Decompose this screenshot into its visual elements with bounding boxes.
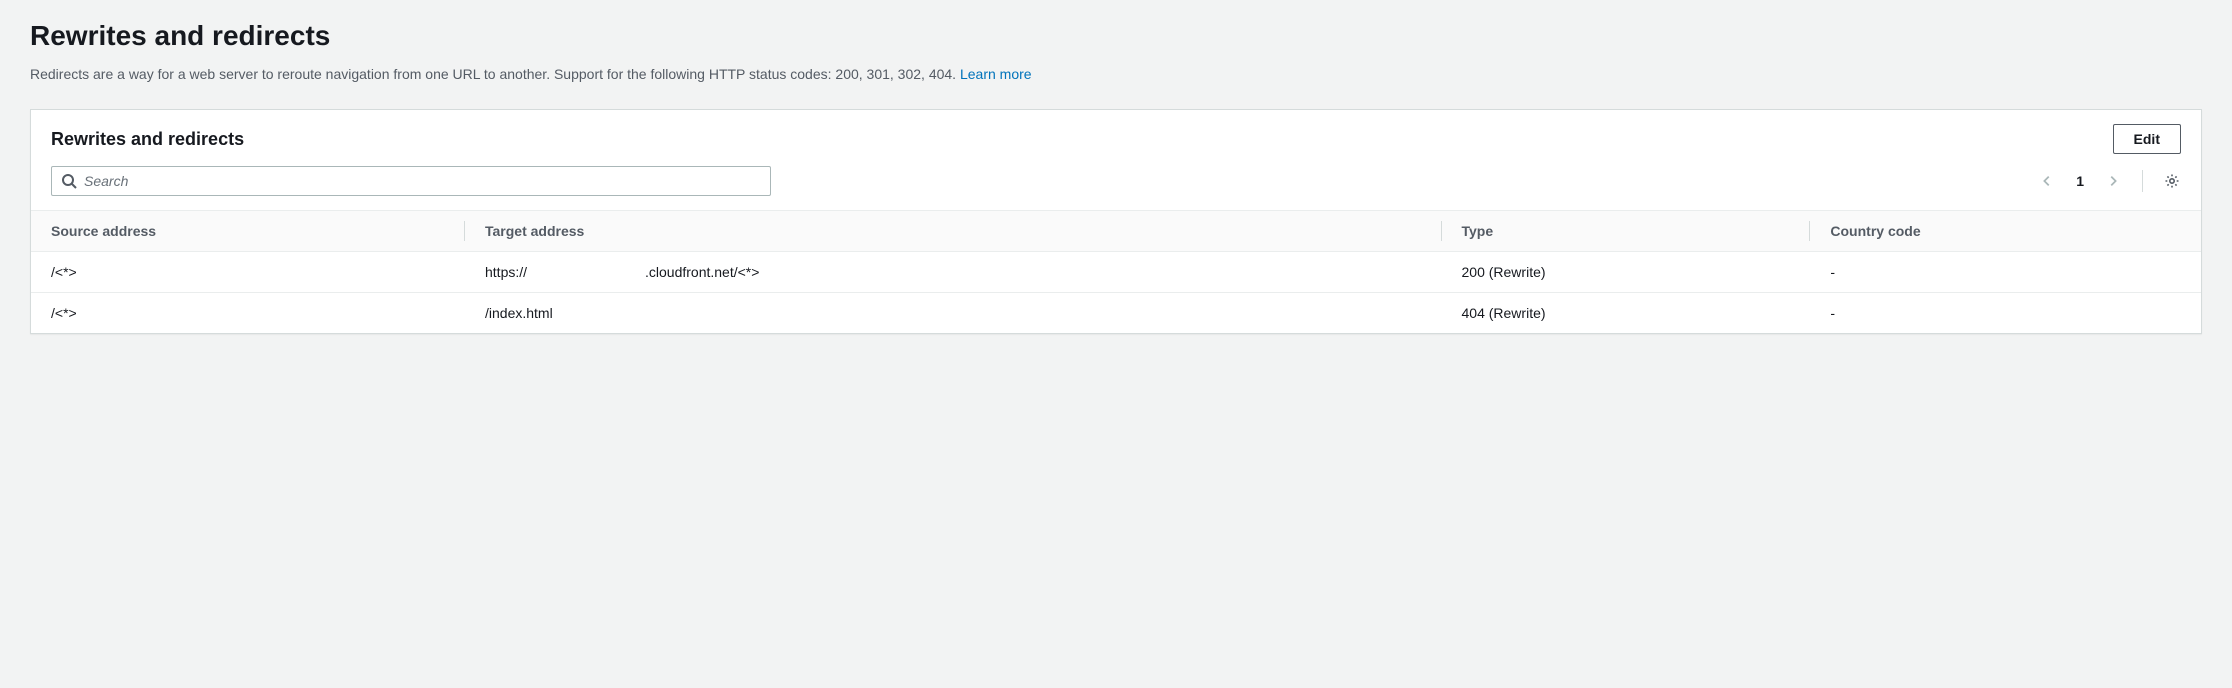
cell-target-prefix: https:// xyxy=(485,264,645,280)
rewrites-panel: Rewrites and redirects Edit 1 xyxy=(30,109,2202,334)
pagination: 1 xyxy=(2038,170,2181,192)
panel-toolbar: 1 xyxy=(31,154,2201,210)
pagination-prev[interactable] xyxy=(2038,172,2056,190)
cell-country: - xyxy=(1810,252,2201,293)
cell-source: /<*> xyxy=(31,293,465,334)
page-description-text: Redirects are a way for a web server to … xyxy=(30,66,960,82)
pagination-divider xyxy=(2142,170,2143,192)
cell-country: - xyxy=(1810,293,2201,334)
col-header-country[interactable]: Country code xyxy=(1810,211,2201,252)
panel-header: Rewrites and redirects Edit xyxy=(31,110,2201,154)
cell-source: /<*> xyxy=(31,252,465,293)
cell-target-suffix: .cloudfront.net/<*> xyxy=(645,264,759,280)
cell-target: /index.html xyxy=(465,293,1442,334)
cell-target: https:// .cloudfront.net/<*> xyxy=(465,252,1442,293)
panel-title: Rewrites and redirects xyxy=(51,129,244,150)
table-header-row: Source address Target address Type Count… xyxy=(31,211,2201,252)
search-input[interactable] xyxy=(51,166,771,196)
rewrites-table: Source address Target address Type Count… xyxy=(31,210,2201,333)
col-header-type[interactable]: Type xyxy=(1442,211,1811,252)
learn-more-link[interactable]: Learn more xyxy=(960,66,1032,82)
search-wrapper xyxy=(51,166,771,196)
edit-button[interactable]: Edit xyxy=(2113,124,2181,154)
pagination-next[interactable] xyxy=(2104,172,2122,190)
table-row: /<*> https:// .cloudfront.net/<*> 200 (R… xyxy=(31,252,2201,293)
cell-type: 200 (Rewrite) xyxy=(1442,252,1811,293)
page-title: Rewrites and redirects xyxy=(30,20,2202,52)
page-description: Redirects are a way for a web server to … xyxy=(30,64,2202,85)
col-header-target[interactable]: Target address xyxy=(465,211,1442,252)
cell-target-prefix: /index.html xyxy=(485,305,645,321)
cell-type: 404 (Rewrite) xyxy=(1442,293,1811,334)
settings-gear-icon[interactable] xyxy=(2163,172,2181,190)
pagination-current: 1 xyxy=(2072,173,2088,189)
col-header-source[interactable]: Source address xyxy=(31,211,465,252)
table-row: /<*> /index.html 404 (Rewrite) - xyxy=(31,293,2201,334)
